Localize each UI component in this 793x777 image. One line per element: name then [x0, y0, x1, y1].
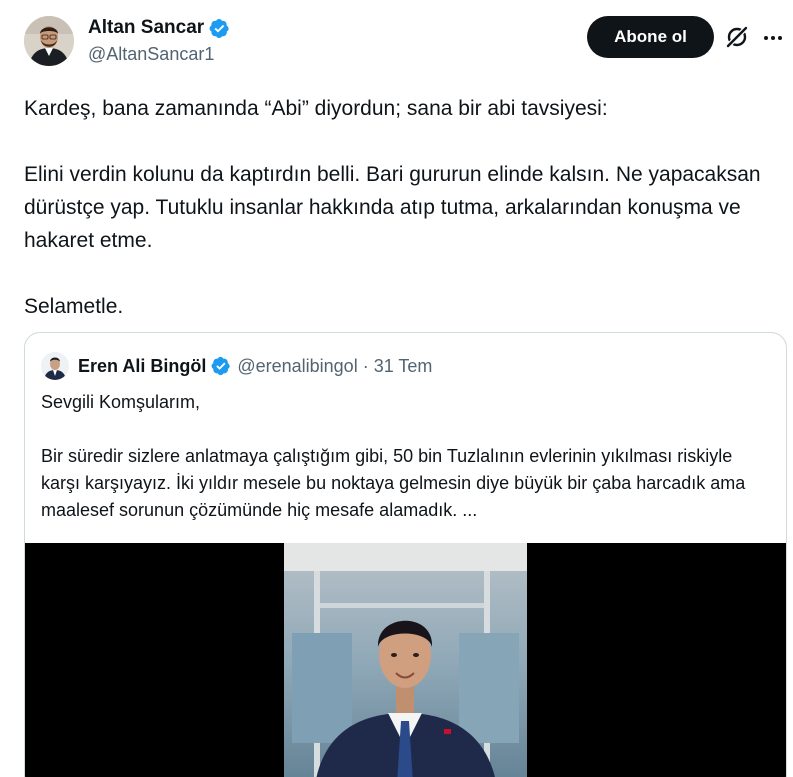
video-thumbnail — [284, 543, 527, 777]
author-avatar[interactable] — [24, 16, 74, 66]
tweet-paragraph: Elini verdin kolunu da kaptırdın belli. … — [24, 163, 761, 252]
tweet-paragraph: Selametle. — [24, 295, 124, 318]
quoted-author-photo — [41, 352, 69, 380]
separator-dot: · — [362, 355, 369, 376]
author-name-block: Altan Sancar @AltanSancar1 — [88, 16, 230, 65]
quoted-paragraph: Sevgili Komşularım, — [41, 392, 201, 412]
quoted-video-media[interactable] — [25, 543, 786, 777]
quoted-author-avatar[interactable] — [41, 352, 69, 380]
quoted-tweet-card[interactable]: Eren Ali Bingöl @erenalibingol · 31 Tem … — [24, 332, 787, 777]
tweet-paragraph: Kardeş, bana zamanında “Abi” diyordun; s… — [24, 97, 608, 120]
tweet-text: Kardeş, bana zamanında “Abi” diyordun; s… — [24, 92, 774, 323]
follow-button[interactable]: Abone ol — [587, 16, 714, 58]
verified-badge-icon[interactable] — [211, 356, 231, 376]
grok-slash-icon[interactable] — [724, 24, 750, 50]
verified-badge-icon[interactable] — [209, 18, 230, 39]
quoted-tweet-text: Sevgili Komşularım, Bir süredir sizlere … — [41, 389, 771, 524]
quoted-handle[interactable]: @erenalibingol — [237, 356, 357, 377]
quoted-paragraph: Bir süredir sizlere anlatmaya çalıştığım… — [41, 446, 746, 520]
author-handle[interactable]: @AltanSancar1 — [88, 44, 230, 65]
quoted-display-name[interactable]: Eren Ali Bingöl — [78, 356, 206, 377]
more-dots-icon[interactable] — [762, 27, 784, 49]
author-display-name[interactable]: Altan Sancar — [88, 17, 204, 39]
quoted-date[interactable]: 31 Tem — [374, 356, 433, 377]
author-photo — [24, 16, 74, 66]
quoted-tweet-header: Eren Ali Bingöl @erenalibingol · 31 Tem — [41, 351, 432, 381]
